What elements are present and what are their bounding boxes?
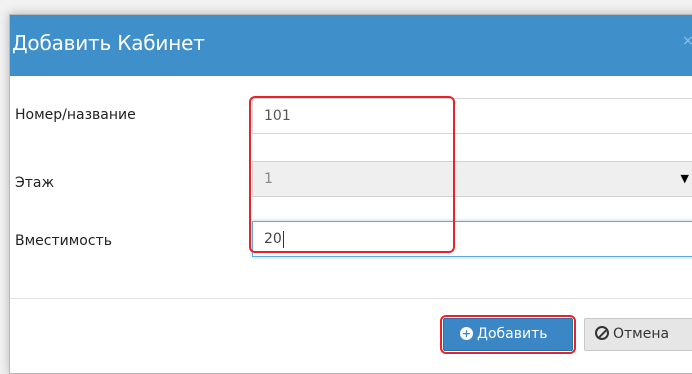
ban-icon	[595, 326, 609, 340]
floor-select[interactable]: 1 ▼	[252, 161, 692, 197]
add-button-label: Добавить	[477, 326, 548, 342]
capacity-label: Вместимость	[15, 233, 112, 249]
plus-circle-icon: +	[460, 326, 473, 340]
chevron-down-icon: ▼	[680, 172, 689, 185]
number-label: Номер/название	[15, 107, 136, 123]
cancel-button[interactable]: Отмена	[584, 318, 692, 351]
number-input[interactable]: 101	[252, 98, 692, 134]
add-room-dialog: Добавить Кабинет × Номер/название 101 Эт…	[9, 14, 692, 374]
floor-label: Этаж	[15, 175, 55, 191]
text-cursor	[282, 230, 284, 248]
floor-selected-value: 1	[264, 171, 273, 187]
number-value: 101	[264, 108, 291, 124]
dialog-header: Добавить Кабинет ×	[10, 15, 692, 76]
capacity-value: 20	[264, 231, 282, 247]
close-icon[interactable]: ×	[682, 33, 692, 49]
cancel-button-label: Отмена	[613, 326, 670, 342]
footer-divider	[10, 298, 692, 299]
add-button[interactable]: + Добавить	[443, 318, 573, 351]
dialog-title: Добавить Кабинет	[12, 31, 205, 55]
capacity-input[interactable]: 20	[252, 221, 692, 257]
